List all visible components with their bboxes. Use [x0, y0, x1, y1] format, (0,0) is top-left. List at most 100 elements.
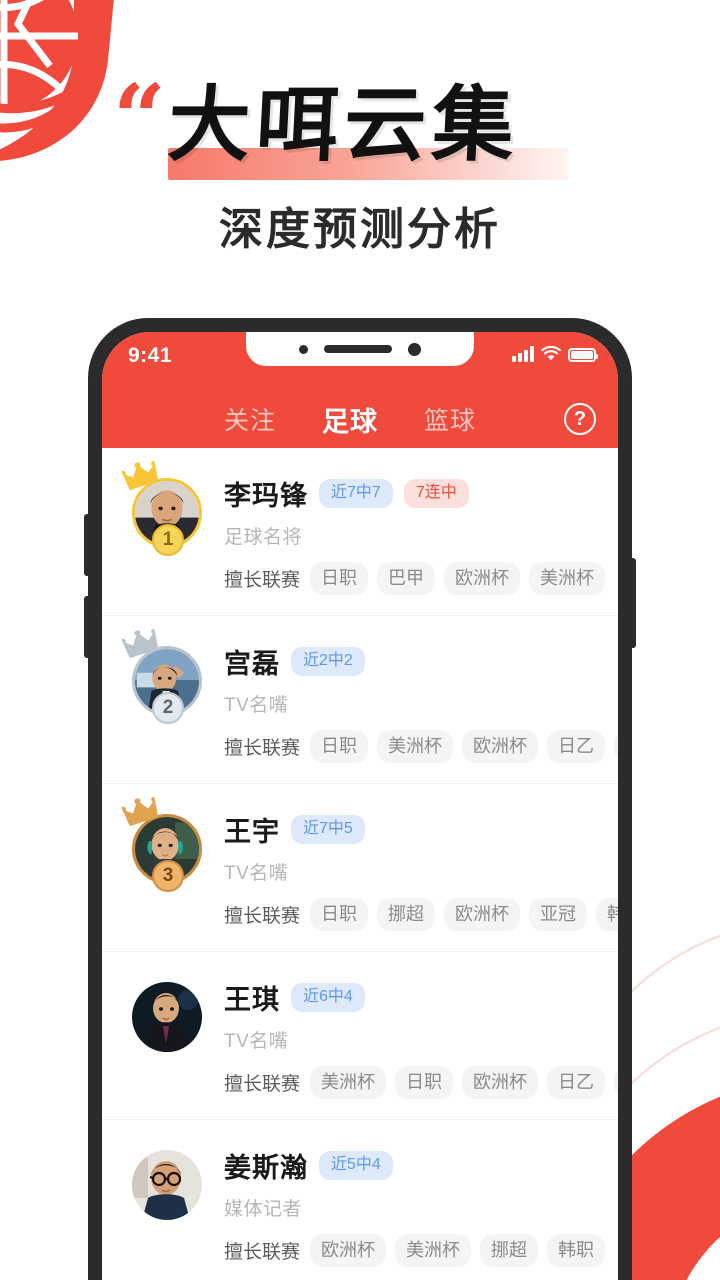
stat-badge: 近2中2	[291, 647, 365, 676]
expert-role: TV名嘴	[224, 863, 289, 884]
expert-name: 姜斯瀚	[224, 1153, 308, 1183]
expert-list-item[interactable]: 王琪 近6中4 TV名嘴 擅长联赛 美洲杯 日职 欧洲杯 日乙 挪超	[102, 952, 618, 1120]
league-tag[interactable]: 日乙	[547, 1066, 606, 1099]
expert-league-tags: 擅长联赛 美洲杯 日职 欧洲杯 日乙 挪超	[224, 1066, 618, 1099]
expert-info: 姜斯瀚 近5中4 媒体记者 擅长联赛 欧洲杯 美洲杯 挪超 韩职	[224, 1142, 606, 1267]
volume-down-button[interactable]	[84, 596, 90, 658]
league-tag[interactable]: 日职	[310, 898, 369, 931]
league-tag[interactable]: 日职	[310, 730, 369, 763]
league-tag[interactable]: 挪超	[480, 1234, 539, 1267]
league-tag[interactable]: 挪超	[377, 898, 436, 931]
expert-name: 王琪	[224, 985, 280, 1015]
avatar: 1	[120, 460, 208, 556]
stat-badge: 近6中4	[291, 983, 365, 1012]
league-tags-label: 擅长联赛	[224, 570, 301, 591]
notch-speaker-icon	[324, 345, 392, 353]
league-tag[interactable]: 美洲杯	[529, 562, 606, 595]
tab-football[interactable]: 足球	[322, 400, 378, 439]
stat-badge: 近7中5	[291, 815, 365, 844]
expert-league-tags: 擅长联赛 日职 巴甲 欧洲杯 美洲杯	[224, 562, 606, 595]
wifi-icon	[541, 346, 561, 361]
streak-badge: 7连中	[403, 479, 469, 508]
league-tag[interactable]: 挪超	[614, 1066, 618, 1099]
league-tag[interactable]: 美洲杯	[377, 730, 454, 763]
power-button[interactable]	[630, 558, 636, 648]
league-tag[interactable]: 欧洲杯	[462, 730, 539, 763]
league-tag[interactable]: 欧洲杯	[310, 1234, 387, 1267]
league-tag[interactable]: 欧洲杯	[444, 562, 521, 595]
expert-list-item[interactable]: 3 王宇 近7中5 TV名嘴 擅长联赛 日职 挪超 欧洲杯 亚冠 韩	[102, 784, 618, 952]
tab-list: 关注 足球 篮球	[102, 400, 564, 439]
expert-league-tags: 擅长联赛 日职 美洲杯 欧洲杯 日乙 挪超	[224, 730, 618, 763]
expert-name: 李玛锋	[224, 481, 308, 511]
league-tag[interactable]: 挪超	[614, 730, 618, 763]
league-tag[interactable]: 巴甲	[377, 562, 436, 595]
poster-stage: “ 大咡云集 深度预测分析 9:41 关注 足球 篮球 ? 1 李玛锋 近7中7…	[0, 0, 720, 1280]
expert-list-item[interactable]: 2 宫磊 近2中2 TV名嘴 擅长联赛 日职 美洲杯 欧洲杯 日乙	[102, 616, 618, 784]
expert-info: 王琪 近6中4 TV名嘴 擅长联赛 美洲杯 日职 欧洲杯 日乙 挪超	[224, 974, 618, 1099]
expert-info: 宫磊 近2中2 TV名嘴 擅长联赛 日职 美洲杯 欧洲杯 日乙 挪超	[224, 638, 618, 763]
cellular-signal-icon	[512, 346, 534, 362]
expert-league-tags: 擅长联赛 欧洲杯 美洲杯 挪超 韩职	[224, 1234, 606, 1267]
expert-name-row: 王宇 近7中5	[224, 810, 596, 849]
league-tag[interactable]: 亚冠	[529, 898, 588, 931]
expert-list-item[interactable]: 1 李玛锋 近7中7 7连中 足球名将 擅长联赛 日职 巴甲 欧洲杯 美洲杯	[102, 448, 618, 616]
notch-camera-icon	[408, 342, 421, 356]
tab-basketball[interactable]: 篮球	[424, 401, 476, 437]
rank-badge: 3	[152, 860, 184, 892]
expert-list-item[interactable]: 姜斯瀚 近5中4 媒体记者 擅长联赛 欧洲杯 美洲杯 挪超 韩职	[102, 1120, 618, 1280]
league-tags-label: 擅长联赛	[224, 906, 301, 927]
league-tag[interactable]: 美洲杯	[310, 1066, 387, 1099]
stat-badge: 近5中4	[319, 1151, 393, 1180]
expert-list: 1 李玛锋 近7中7 7连中 足球名将 擅长联赛 日职 巴甲 欧洲杯 美洲杯 2…	[102, 448, 618, 1280]
avatar	[126, 974, 208, 1056]
expert-role: 媒体记者	[224, 1199, 303, 1220]
expert-name-row: 宫磊 近2中2	[224, 642, 596, 681]
expert-name: 王宇	[224, 817, 280, 847]
league-tag[interactable]: 日乙	[547, 730, 606, 763]
tab-follow[interactable]: 关注	[224, 401, 276, 437]
league-tags-label: 擅长联赛	[224, 1074, 301, 1095]
expert-info: 李玛锋 近7中7 7连中 足球名将 擅长联赛 日职 巴甲 欧洲杯 美洲杯	[224, 470, 606, 595]
league-tag[interactable]: 美洲杯	[395, 1234, 472, 1267]
expert-role: TV名嘴	[224, 1031, 289, 1052]
avatar: 2	[120, 628, 208, 724]
expert-name: 宫磊	[224, 649, 280, 679]
app-header: 9:41 关注 足球 篮球 ?	[102, 332, 618, 448]
status-bar-time: 9:41	[128, 344, 173, 367]
status-bar-icons	[512, 346, 598, 362]
volume-up-button[interactable]	[84, 514, 90, 576]
league-tags-label: 擅长联赛	[224, 738, 301, 759]
hero-header: “ 大咡云集 深度预测分析	[0, 0, 720, 300]
stat-badge: 近7中7	[319, 479, 393, 508]
expert-info: 王宇 近7中5 TV名嘴 擅长联赛 日职 挪超 欧洲杯 亚冠 韩职	[224, 806, 618, 931]
page-title: 大咡云集	[165, 78, 523, 173]
expert-role: 足球名将	[224, 527, 303, 548]
phone-notch	[246, 332, 474, 366]
league-tag[interactable]: 韩职	[596, 898, 618, 931]
expert-role: TV名嘴	[224, 695, 289, 716]
avatar: 3	[120, 796, 208, 892]
avatar-image	[132, 1150, 202, 1220]
expert-league-tags: 擅长联赛 日职 挪超 欧洲杯 亚冠 韩职	[224, 898, 618, 931]
league-tag[interactable]: 欧洲杯	[462, 1066, 539, 1099]
avatar	[126, 1142, 208, 1224]
phone-screen: 9:41 关注 足球 篮球 ? 1 李玛锋 近7中7 7连中 足球名将 擅长联赛…	[102, 332, 618, 1280]
league-tag[interactable]: 日职	[395, 1066, 454, 1099]
rank-badge: 1	[152, 524, 184, 556]
avatar-image	[132, 982, 202, 1052]
expert-name-row: 李玛锋 近7中7 7连中	[224, 474, 596, 513]
phone-mockup: 9:41 关注 足球 篮球 ? 1 李玛锋 近7中7 7连中 足球名将 擅长联赛…	[84, 318, 636, 1280]
expert-name-row: 姜斯瀚 近5中4	[224, 1146, 596, 1185]
app-tab-bar: 关注 足球 篮球 ?	[102, 390, 618, 448]
battery-full-icon	[568, 348, 598, 362]
expert-name-row: 王琪 近6中4	[224, 978, 596, 1017]
notch-sensor-icon	[299, 344, 308, 354]
league-tag[interactable]: 韩职	[547, 1234, 606, 1267]
rank-badge: 2	[152, 692, 184, 724]
help-icon[interactable]: ?	[564, 403, 596, 435]
league-tags-label: 擅长联赛	[224, 1242, 301, 1263]
page-subtitle: 深度预测分析	[219, 205, 501, 254]
league-tag[interactable]: 日职	[310, 562, 369, 595]
league-tag[interactable]: 欧洲杯	[444, 898, 521, 931]
